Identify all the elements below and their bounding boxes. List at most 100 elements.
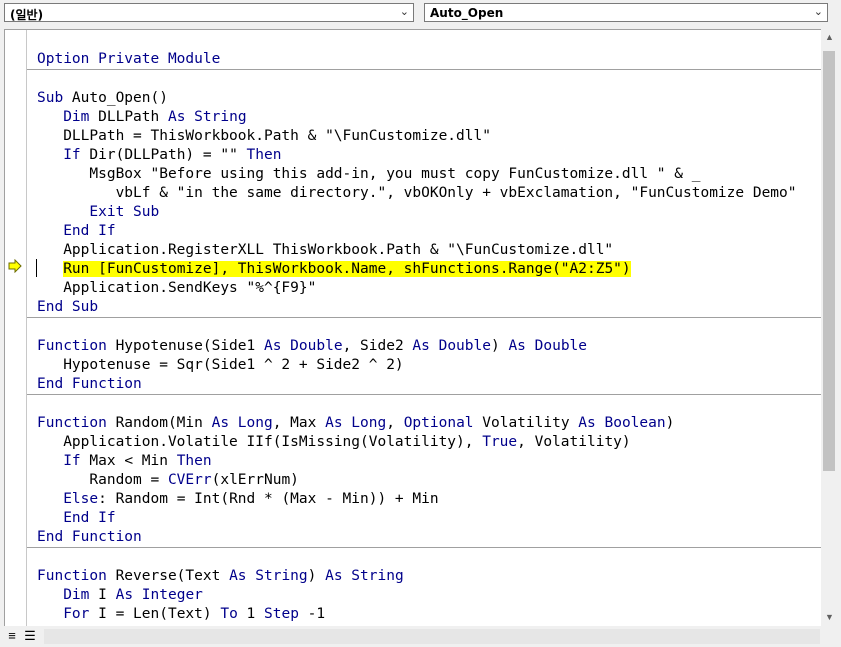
keyword-token: End Function [37,529,142,545]
chevron-down-icon[interactable]: ⌄ [400,5,409,18]
code-line[interactable]: Exit Sub [37,203,821,222]
code-line[interactable]: Sub Auto_Open() [37,89,821,108]
code-line[interactable]: MsgBox "Before using this add-in, you mu… [37,165,821,184]
scroll-down-icon[interactable]: ▼ [821,609,838,626]
margin-indicator-bar[interactable] [5,30,27,627]
code-line[interactable]: End Sub [37,298,821,317]
vertical-scrollbar[interactable]: ▲ ▼ [821,29,838,626]
code-line[interactable]: Dim I As Integer [37,586,821,605]
code-token: , [386,415,404,431]
code-line[interactable]: Run [FunCustomize], ThisWorkbook.Name, s… [37,260,821,279]
code-token: I [89,587,116,603]
code-token: Application.SendKeys "%^{F9}" [37,280,317,296]
keyword-token: Exit Sub [89,204,160,220]
keyword-token: Dim [63,587,90,603]
code-line[interactable] [37,548,821,567]
code-token: ) [665,415,675,431]
execution-pointer-icon [8,259,22,273]
keyword-token: Dim [63,109,90,125]
scroll-thumb[interactable] [823,51,835,471]
chevron-down-icon[interactable]: ⌄ [814,5,823,18]
code-line[interactable]: Application.RegisterXLL ThisWorkbook.Pat… [37,241,821,260]
code-line[interactable]: End If [37,222,821,241]
procedure-view-icon[interactable]: ≡ [4,628,20,644]
code-token: Auto_Open() [63,90,168,106]
code-line[interactable]: Application.Volatile IIf(IsMissing(Volat… [37,433,821,452]
full-module-view-icon[interactable]: ☰ [22,628,38,644]
code-token: Random = [37,472,168,488]
keyword-token: As Long [211,415,273,431]
code-token: , Volatility) [517,434,631,450]
code-line[interactable]: Else: Random = Int(Rnd * (Max - Min)) + … [37,490,821,509]
code-line[interactable]: End Function [37,375,821,394]
keyword-token: End If [63,223,116,239]
code-token: Hypotenuse(Side1 [106,338,264,354]
code-line[interactable]: End If [37,509,821,528]
keyword-token: As String [325,568,404,584]
code-text[interactable]: Option Private Module Sub Auto_Open() Dim… [27,50,821,624]
keyword-token: As Boolean [578,415,666,431]
code-token: Application.Volatile IIf(IsMissing(Volat… [37,434,483,450]
code-line[interactable]: Function Hypotenuse(Side1 As Double, Sid… [37,337,821,356]
current-statement: Run [FunCustomize], ThisWorkbook.Name, s… [63,261,631,277]
scroll-up-icon[interactable]: ▲ [821,29,838,46]
keyword-token: Then [176,453,212,469]
keyword-token: As Double [508,338,588,354]
keyword-token: True [482,434,518,450]
code-line[interactable]: Function Reverse(Text As String) As Stri… [37,567,821,586]
keyword-token: Function [37,568,107,584]
code-token: 1 [237,606,265,622]
keyword-token: If [63,147,81,163]
code-line[interactable] [37,318,821,337]
object-combobox[interactable]: (일반) ⌄ [4,3,414,22]
code-line[interactable]: Hypotenuse = Sqr(Side1 ^ 2 + Side2 ^ 2) [37,356,821,375]
procedure-combobox[interactable]: Auto_Open ⌄ [424,3,828,22]
code-token: Hypotenuse = Sqr(Side1 ^ 2 + Side2 ^ 2) [37,357,404,373]
code-token: (xlErrNum) [211,472,299,488]
code-line[interactable] [37,70,821,89]
code-line[interactable]: If Dir(DLLPath) = "" Then [37,146,821,165]
code-line[interactable]: DLLPath = ThisWorkbook.Path & "\FunCusto… [37,127,821,146]
keyword-token: Function [37,338,107,354]
code-line[interactable]: vbLf & "in the same directory.", vbOKOnl… [37,184,821,203]
horizontal-scrollbar[interactable] [44,629,820,644]
keyword-token: End If [63,510,116,526]
code-line[interactable]: Function Random(Min As Long, Max As Long… [37,414,821,433]
code-line[interactable]: Application.SendKeys "%^{F9}" [37,279,821,298]
keyword-token: As Long [325,415,387,431]
code-line[interactable]: If Max < Min Then [37,452,821,471]
keyword-token: Function [37,415,107,431]
code-line[interactable]: Dim DLLPath As String [37,108,821,127]
code-token: -1 [298,606,326,622]
keyword-token: For [63,606,90,622]
code-line[interactable]: Option Private Module [37,50,821,69]
keyword-token: Sub [37,90,64,106]
code-editor[interactable]: Option Private Module Sub Auto_Open() Dim… [4,29,821,627]
keyword-token: Else [63,491,99,507]
code-token: Reverse(Text [106,568,230,584]
object-combobox-value: (일반) [10,8,44,22]
keyword-token: Optional [403,415,474,431]
keyword-token: As Integer [115,587,203,603]
keyword-token: Then [246,147,282,163]
code-line[interactable]: Random = CVErr(xlErrNum) [37,471,821,490]
keyword-token: To [220,606,238,622]
code-line[interactable] [37,395,821,414]
keyword-token: Option Private Module [37,51,221,67]
code-line[interactable]: End Function [37,528,821,547]
code-line[interactable]: For I = Len(Text) To 1 Step -1 [37,605,821,624]
code-token: I = Len(Text) [89,606,221,622]
code-token: ) [307,568,326,584]
keyword-token: As Double [263,338,343,354]
code-token: Dir(DLLPath) = "" [80,147,247,163]
keyword-token: End Function [37,376,142,392]
code-token: DLLPath = ThisWorkbook.Path & "\FunCusto… [37,128,491,144]
code-token: DLLPath [89,109,168,125]
code-window-toolbar: (일반) ⌄ Auto_Open ⌄ [0,0,841,27]
